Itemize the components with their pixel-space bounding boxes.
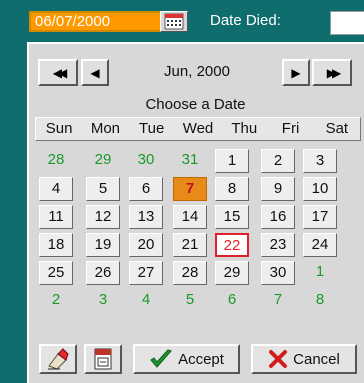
cancel-label: Cancel <box>293 350 340 368</box>
accept-button[interactable]: Accept <box>133 344 240 374</box>
day-cell[interactable]: 18 <box>39 233 73 257</box>
weekday-tue: Tue <box>139 120 165 137</box>
x-icon <box>269 350 288 368</box>
day-cell[interactable]: 10 <box>303 177 337 201</box>
day-cell[interactable]: 17 <box>303 205 337 229</box>
day-cell[interactable]: 13 <box>129 205 163 229</box>
day-cell-today[interactable]: 22 <box>215 233 249 257</box>
day-cell[interactable]: 8 <box>303 289 337 313</box>
date-died-label: Date Died: <box>210 12 281 29</box>
day-cell[interactable]: 5 <box>86 177 120 201</box>
eraser-icon <box>48 348 69 370</box>
day-cell[interactable]: 8 <box>215 177 249 201</box>
cancel-button[interactable]: Cancel <box>251 344 357 374</box>
weekday-mon: Mon <box>90 120 121 137</box>
day-cell[interactable]: 26 <box>86 261 120 285</box>
top-bar: 06/07/2000 Date Died: <box>0 0 364 42</box>
day-cell[interactable]: 15 <box>215 205 249 229</box>
next-month-button[interactable]: ▶ <box>282 59 310 86</box>
day-cell-selected[interactable]: 7 <box>173 177 207 201</box>
day-cell[interactable]: 6 <box>215 289 249 313</box>
day-cell[interactable]: 28 <box>39 149 73 173</box>
day-cell[interactable]: 27 <box>129 261 163 285</box>
day-cell[interactable]: 1 <box>215 149 249 173</box>
birth-date-field[interactable]: 06/07/2000 <box>29 11 160 32</box>
calendar-button[interactable] <box>160 11 188 32</box>
double-right-arrow-icon: ▶▶ <box>326 65 342 80</box>
day-cell[interactable]: 4 <box>129 289 163 313</box>
today-button[interactable] <box>84 344 122 374</box>
day-cell[interactable]: 4 <box>39 177 73 201</box>
weekday-thu: Thu <box>231 120 258 137</box>
weekday-sun: Sun <box>45 120 73 137</box>
day-cell[interactable]: 9 <box>261 177 295 201</box>
day-cell[interactable]: 31 <box>173 149 207 173</box>
day-cell[interactable]: 11 <box>39 205 73 229</box>
day-cell[interactable]: 21 <box>173 233 207 257</box>
day-cell[interactable]: 29 <box>86 149 120 173</box>
day-cell[interactable]: 5 <box>173 289 207 313</box>
day-cell[interactable]: 16 <box>261 205 295 229</box>
day-cell[interactable]: 6 <box>129 177 163 201</box>
month-year-label: Jun, 2000 <box>164 63 230 80</box>
day-cell[interactable]: 30 <box>129 149 163 173</box>
day-cell[interactable]: 3 <box>303 149 337 173</box>
day-cell[interactable]: 2 <box>39 289 73 313</box>
date-picker-panel: ◀◀ ◀ Jun, 2000 ▶ ▶▶ Choose a Date Sun Mo… <box>27 42 364 383</box>
weekday-wed: Wed <box>182 120 214 137</box>
day-cell[interactable]: 19 <box>86 233 120 257</box>
weekday-header: Sun Mon Tue Wed Thu Fri Sat <box>35 117 361 141</box>
calendar-icon <box>164 13 184 30</box>
calendar-page-icon <box>94 348 112 370</box>
right-arrow-icon: ▶ <box>291 65 301 80</box>
accept-label: Accept <box>178 350 224 368</box>
day-cell[interactable]: 3 <box>86 289 120 313</box>
choose-date-label: Choose a Date <box>145 96 246 113</box>
day-cell[interactable]: 25 <box>39 261 73 285</box>
action-bar: Accept Cancel <box>29 344 362 380</box>
day-cell[interactable]: 2 <box>261 149 295 173</box>
clear-button[interactable] <box>39 344 77 374</box>
date-died-field[interactable] <box>330 11 364 35</box>
day-cell[interactable]: 24 <box>303 233 337 257</box>
day-cell[interactable]: 23 <box>261 233 295 257</box>
day-cell[interactable]: 12 <box>86 205 120 229</box>
weekday-fri: Fri <box>281 120 300 137</box>
day-cell[interactable]: 20 <box>129 233 163 257</box>
day-cell[interactable]: 14 <box>173 205 207 229</box>
weekday-sat: Sat <box>325 120 349 137</box>
day-cell[interactable]: 7 <box>261 289 295 313</box>
double-left-arrow-icon: ◀◀ <box>52 65 68 80</box>
left-arrow-icon: ◀ <box>90 65 100 80</box>
checkmark-icon <box>150 349 172 368</box>
prev-month-button[interactable]: ◀ <box>81 59 109 86</box>
day-cell[interactable]: 29 <box>215 261 249 285</box>
day-cell[interactable]: 28 <box>173 261 207 285</box>
day-cell[interactable]: 1 <box>303 261 337 285</box>
day-cell[interactable]: 30 <box>261 261 295 285</box>
last-month-button[interactable]: ▶▶ <box>312 59 352 86</box>
first-month-button[interactable]: ◀◀ <box>38 59 78 86</box>
